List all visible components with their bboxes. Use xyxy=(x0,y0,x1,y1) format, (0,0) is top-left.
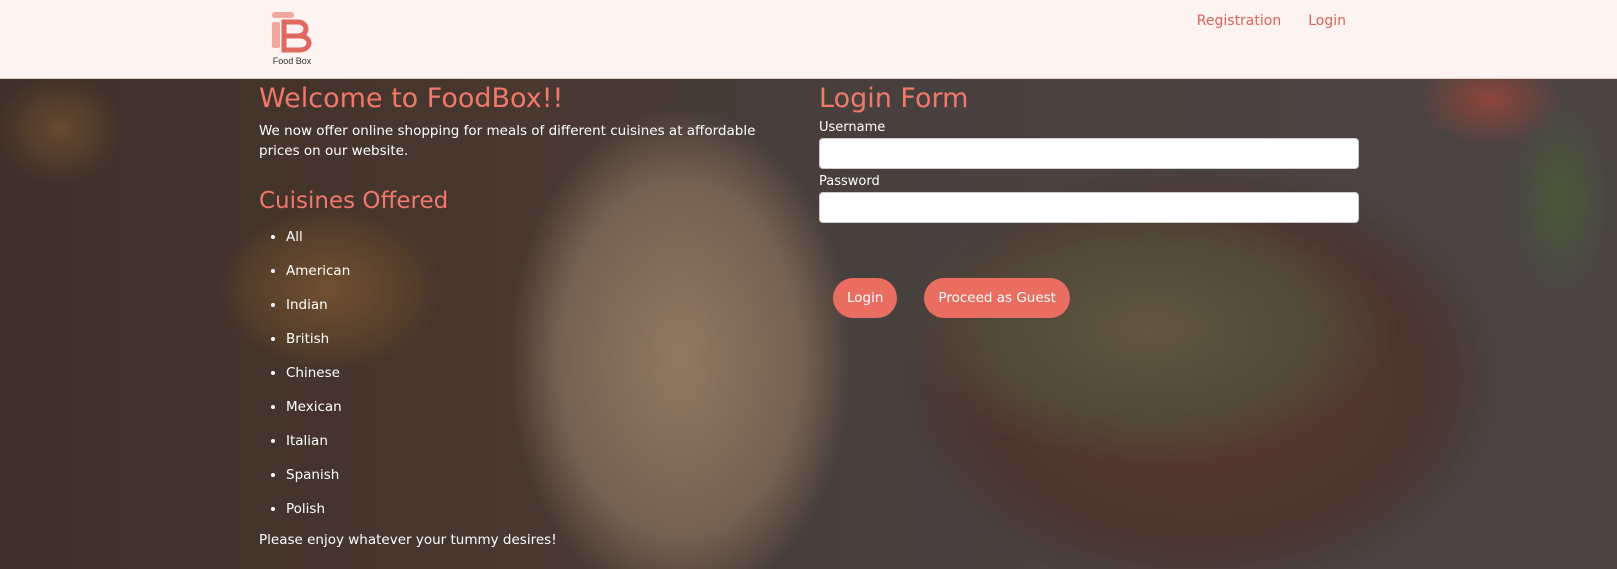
hero-section: Welcome to FoodBox!! We now offer online… xyxy=(0,79,1617,569)
logo-icon xyxy=(272,12,312,53)
top-navbar: Food Box Registration Login xyxy=(0,0,1617,79)
cuisine-item: American xyxy=(286,261,799,295)
cuisine-item: Mexican xyxy=(286,397,799,431)
password-input[interactable] xyxy=(819,192,1359,223)
cuisine-item: Indian xyxy=(286,295,799,329)
cuisine-item: British xyxy=(286,329,799,363)
nav-registration-link[interactable]: Registration xyxy=(1197,13,1281,29)
welcome-text: We now offer online shopping for meals o… xyxy=(259,123,756,159)
username-input[interactable] xyxy=(819,138,1359,169)
nav-login-link[interactable]: Login xyxy=(1308,13,1346,29)
cuisine-item: All xyxy=(286,227,799,261)
cuisine-item: Spanish xyxy=(286,465,799,499)
enjoy-text: Please enjoy whatever your tummy desires… xyxy=(259,532,557,548)
password-label: Password xyxy=(819,174,880,189)
form-buttons: Login Proceed as Guest xyxy=(833,278,1070,318)
username-label: Username xyxy=(819,120,886,135)
login-button[interactable]: Login xyxy=(833,278,898,318)
cuisine-list: All American Indian British Chinese Mexi… xyxy=(259,227,799,533)
cuisines-title: Cuisines Offered xyxy=(259,188,449,214)
cuisine-item: Italian xyxy=(286,431,799,465)
login-form: Login Form Username Password Login Proce… xyxy=(819,79,1359,318)
proceed-as-guest-button[interactable]: Proceed as Guest xyxy=(924,278,1070,318)
cuisine-item: Chinese xyxy=(286,363,799,397)
food-background-image xyxy=(0,79,1617,569)
welcome-title: Welcome to FoodBox!! xyxy=(259,83,564,114)
logo-text: Food Box xyxy=(272,56,312,66)
welcome-column: Welcome to FoodBox!! We now offer online… xyxy=(259,79,799,548)
cuisine-item: Polish xyxy=(286,499,799,533)
login-form-title: Login Form xyxy=(819,83,969,114)
foodbox-logo[interactable]: Food Box xyxy=(270,8,314,68)
nav-links: Registration Login xyxy=(1197,13,1346,29)
